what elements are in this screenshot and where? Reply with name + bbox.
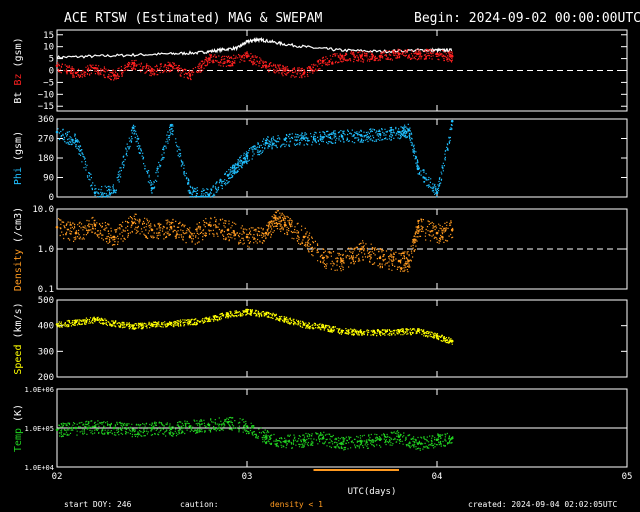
scatter-cloud-temp — [58, 416, 454, 451]
data-point-density — [55, 225, 59, 229]
y-tick-label-temp: 1.0E+05 — [24, 425, 54, 433]
panel-frame-speed — [56, 299, 628, 378]
data-point-density — [302, 235, 306, 239]
data-point-density — [188, 235, 192, 239]
data-point-density — [112, 235, 116, 239]
y-tick-label-mag: 5 — [49, 55, 54, 65]
y-tick-label-density: 10.0 — [32, 205, 54, 215]
y-axis-label-temp: Temp (K) — [13, 404, 24, 452]
x-tick-label: 03 — [242, 472, 253, 482]
y-tick-label-speed: 300 — [38, 347, 54, 357]
y-tick-label-temp: 1.0E+04 — [24, 464, 54, 472]
y-tick-label-speed: 400 — [38, 322, 54, 332]
y-tick-label-temp: 1.0E+06 — [24, 386, 54, 394]
y-axis-label-mag: Bt Bz (gsm) — [13, 37, 24, 103]
x-tick-label: 02 — [52, 472, 63, 482]
y-tick-label-phi: 180 — [38, 154, 54, 164]
y-tick-label-mag: 0 — [49, 67, 54, 77]
scatter-cloud-phi — [57, 120, 453, 198]
scatter-cloud-speed — [57, 308, 453, 345]
data-point-phi — [188, 191, 192, 194]
scatter-cloud-bz — [57, 48, 453, 81]
x-axis-label: UTC(days) — [348, 487, 397, 497]
data-point-temp — [131, 428, 135, 432]
density-caution-bar — [313, 469, 399, 471]
data-point-density — [359, 247, 363, 251]
start-doy-label: start DOY: 246 — [64, 500, 132, 509]
data-point-density — [245, 235, 249, 239]
data-point-speed — [55, 323, 59, 326]
data-point-temp — [93, 425, 97, 428]
x-tick-label: 04 — [432, 472, 443, 482]
panel-frame-phi — [56, 118, 628, 198]
y-tick-label-density: 1.0 — [38, 245, 54, 255]
y-tick-label-mag: −5 — [43, 78, 54, 88]
y-tick-label-phi: 270 — [38, 135, 54, 145]
caution-label: caution: — [180, 500, 219, 509]
y-tick-label-speed: 200 — [38, 373, 54, 383]
scatter-cloud-density — [58, 210, 454, 273]
chart-title: ACE RTSW (Estimated) MAG & SWEPAM — [64, 11, 323, 26]
data-point-temp — [435, 438, 439, 442]
y-axis-label-phi: Phi (gsm) — [13, 131, 24, 185]
data-point-bz — [55, 64, 59, 68]
y-axis-label-density: Density (/cm3) — [13, 207, 24, 291]
created-timestamp: created: 2024-09-04 02:02:05UTC — [468, 500, 618, 509]
y-tick-label-density: 0.1 — [38, 285, 54, 295]
begin-timestamp: Begin: 2024-09-02 00:00:00UTC — [414, 11, 640, 26]
y-tick-label-speed: 500 — [38, 296, 54, 306]
y-tick-label-phi: 90 — [43, 174, 54, 184]
y-tick-label-mag: 10 — [43, 43, 54, 53]
data-point-phi — [55, 130, 59, 134]
y-tick-label-phi: 0 — [49, 193, 54, 203]
y-axis-label-speed: Speed (km/s) — [13, 302, 24, 374]
y-tick-label-mag: 15 — [43, 31, 54, 41]
y-tick-label-mag: −10 — [38, 90, 54, 100]
data-point-density — [378, 256, 382, 260]
y-tick-label-mag: −15 — [38, 102, 54, 112]
data-point-density — [169, 225, 173, 229]
x-tick-label: 05 — [622, 472, 633, 482]
y-tick-label-phi: 360 — [38, 115, 54, 125]
data-point-temp — [112, 426, 116, 430]
data-point-temp — [55, 428, 59, 432]
density-caution-note: density < 1 — [270, 500, 323, 509]
data-point-phi — [112, 189, 116, 192]
ace-rtsw-chart: 151050−5−10−15Bt Bz (gsm)360270180900Phi… — [13, 29, 633, 497]
series-line-bt — [56, 36, 453, 60]
